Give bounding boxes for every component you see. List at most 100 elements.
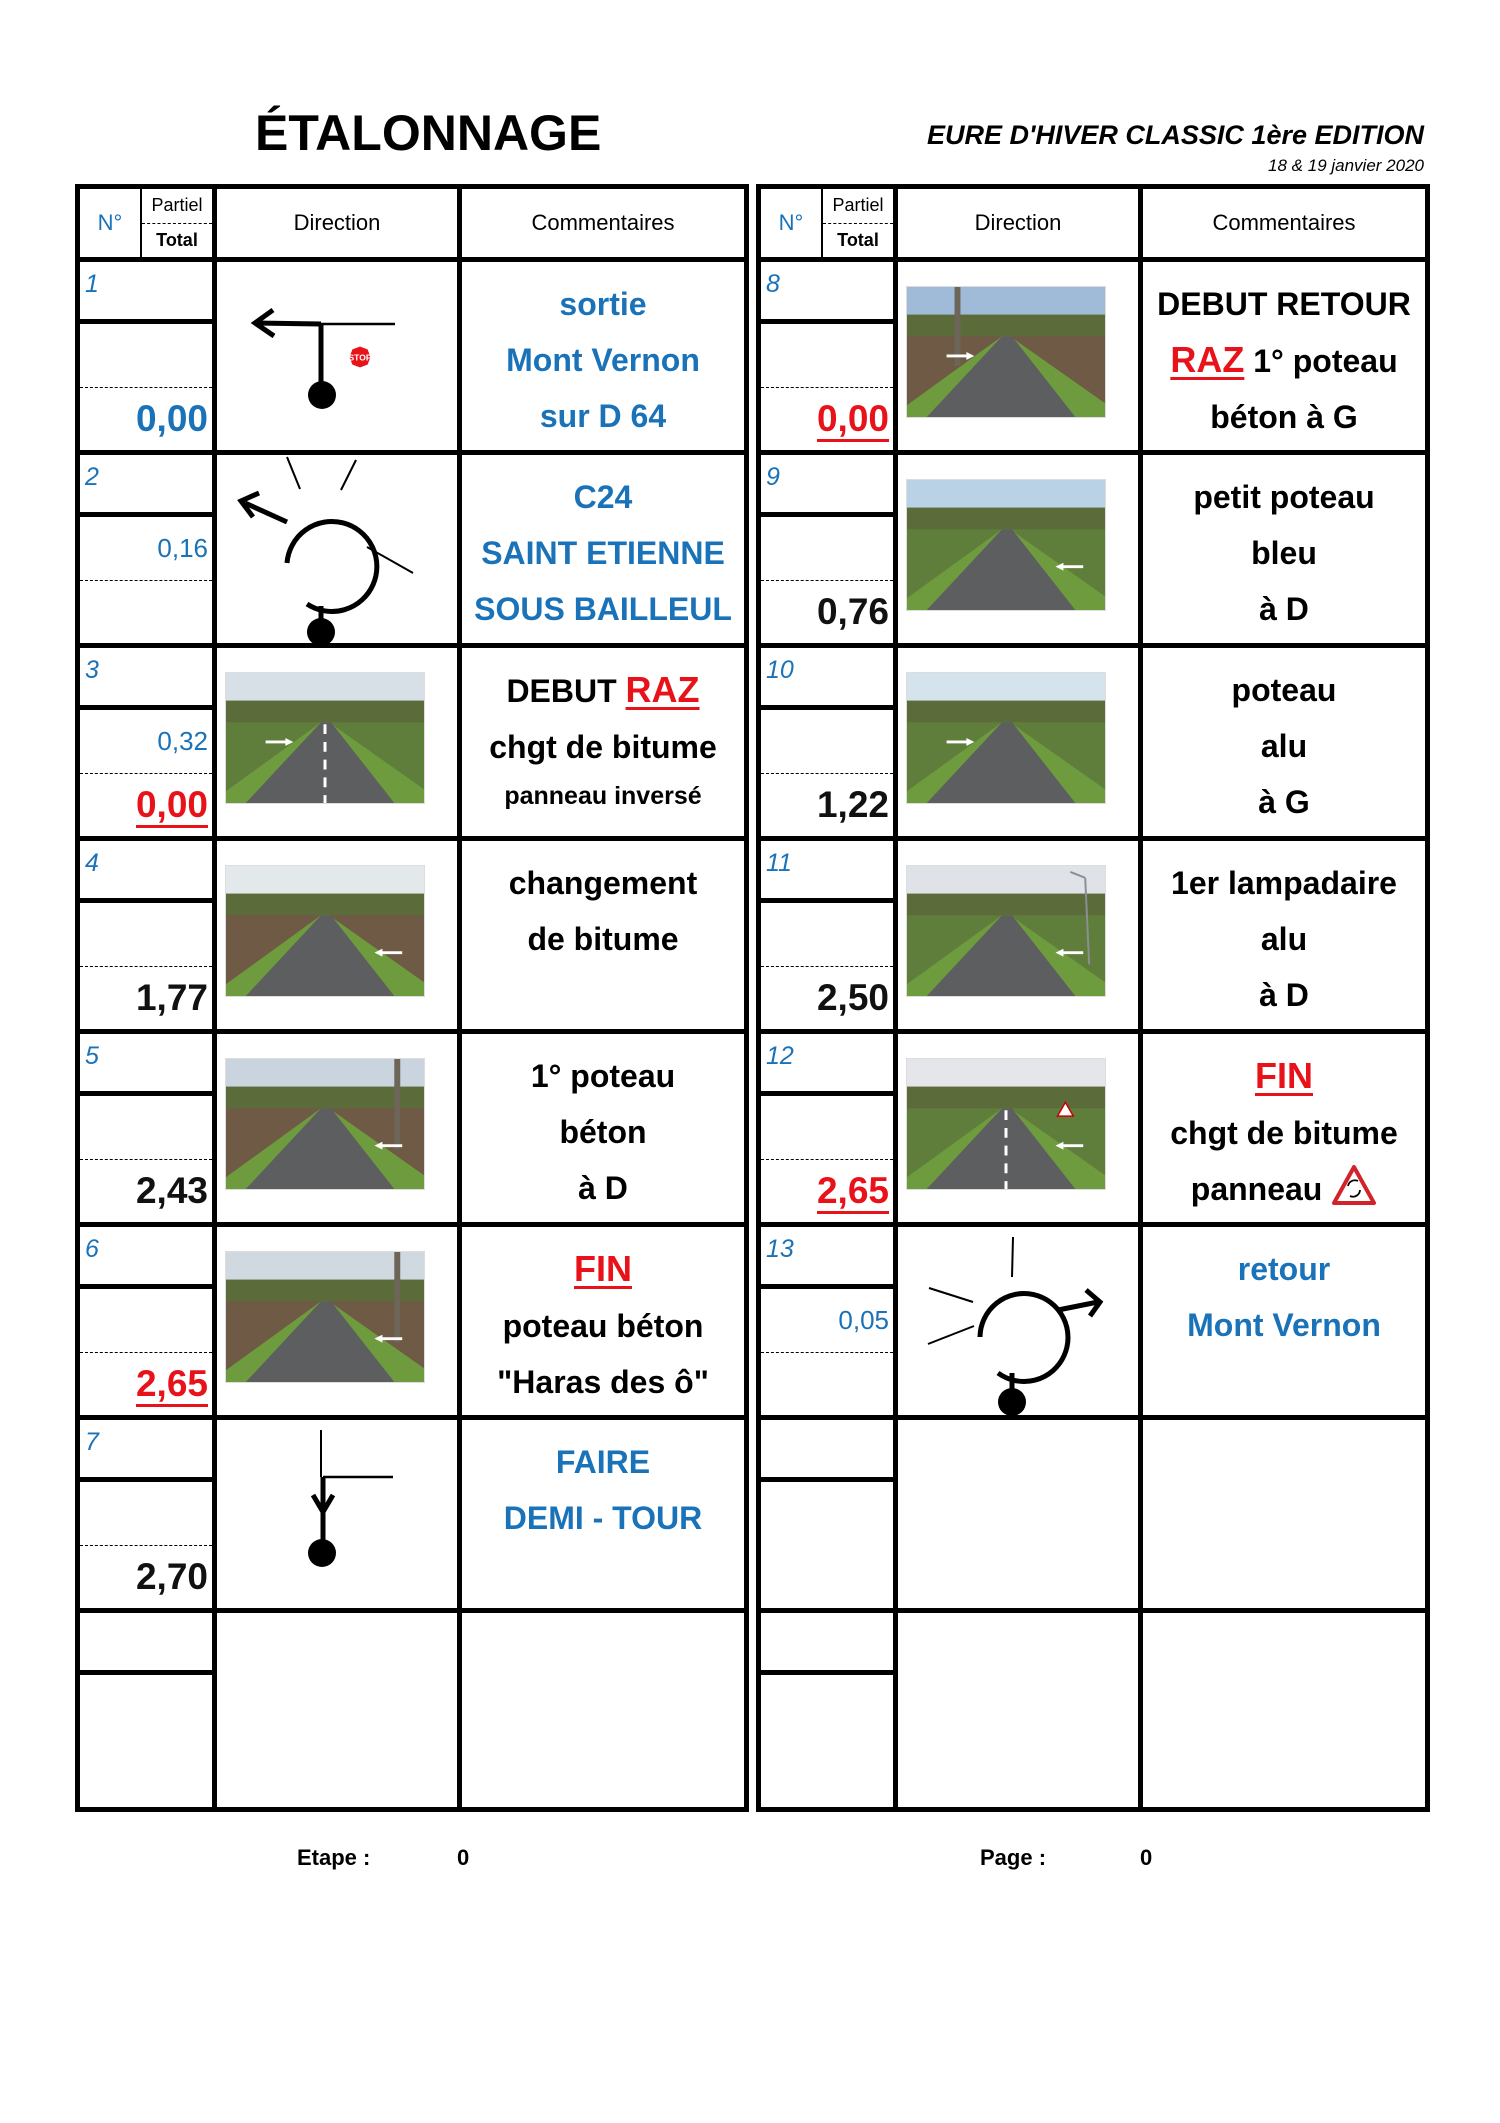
roadbook-table-left: N° Partiel Total Direction Commentaires 1…: [75, 184, 749, 1812]
comment-line: Mont Vernon: [506, 332, 700, 388]
stage-indicator: Etape : 0: [297, 1845, 469, 1871]
stage-label: Etape :: [297, 1845, 371, 1870]
comment-text: panneau inversé: [504, 782, 702, 810]
header-partial: Partiel: [142, 189, 212, 224]
direction-cell: [217, 648, 462, 836]
step-number: 2: [80, 455, 212, 517]
comment-text: SOUS BAILLEUL: [474, 591, 732, 627]
comment-line: FIN: [1255, 1048, 1313, 1105]
direction-cell: [217, 455, 462, 645]
comment-line: béton à G: [1210, 389, 1358, 445]
total-distance: 0,76: [816, 591, 889, 632]
comment-line: panneau: [1191, 1161, 1377, 1217]
total-distance: 2,43: [135, 1170, 208, 1211]
comment-text: à D: [1259, 591, 1309, 627]
comment-text: chgt de bitume: [1170, 1115, 1398, 1151]
comment-text: à D: [1259, 977, 1309, 1013]
distance-cell: [761, 1613, 898, 1807]
table-header: N° Partiel Total Direction Commentaires: [80, 189, 744, 262]
comment-line: Mont Vernon: [1187, 1297, 1381, 1353]
comments-cell: FIN chgt de bitume panneau: [1143, 1034, 1425, 1222]
comments-cell: [1143, 1613, 1425, 1807]
total-distance: 0,00: [761, 388, 893, 450]
comment-line: petit poteau: [1193, 469, 1374, 525]
comment-text: Mont Vernon: [506, 342, 700, 378]
comment-line: poteau: [1232, 662, 1337, 718]
comment-text: alu: [1260, 921, 1308, 957]
distance-cell: [761, 1420, 898, 1608]
comment-line: alu: [1261, 718, 1307, 774]
distance-cell: 8 0,00: [761, 262, 898, 450]
distance-cell: 4 1,77: [80, 841, 217, 1029]
roadbook-row: 5 2,43 1° poteau béton à D: [80, 1034, 744, 1227]
partial-distance: [80, 1482, 212, 1546]
comment-text: DEBUT RETOUR: [1157, 286, 1411, 322]
comment-line: "Haras des ô": [497, 1354, 709, 1410]
partial-distance: 0,16: [80, 517, 212, 581]
comment-line: sortie: [559, 276, 646, 332]
comment-line: poteau béton: [503, 1298, 704, 1354]
event-date: 18 & 19 janvier 2020: [1268, 156, 1424, 175]
total-distance: 2,65: [761, 1160, 893, 1222]
comments-cell: petit poteau bleu à D: [1143, 455, 1425, 643]
roadbook-row: 1 0,00 STOP sortie Mont Vernon sur D 64: [80, 262, 744, 455]
distance-cell: 3 0,32 0,00: [80, 648, 217, 836]
comment-line: à D: [1259, 967, 1309, 1023]
comments-cell: [1143, 1420, 1425, 1608]
header-direction: Direction: [898, 189, 1143, 257]
total-distance: [80, 1739, 212, 1807]
step-number: 11: [761, 841, 893, 903]
partial-distance: [80, 1096, 212, 1160]
distance-cell: 10 1,22: [761, 648, 898, 836]
direction-cell: STOP: [217, 262, 462, 450]
comment-line: DEBUT RAZ: [506, 662, 699, 719]
header-total: Total: [837, 229, 879, 250]
reset-marker: RAZ: [625, 669, 700, 710]
comment-line: de bitume: [527, 911, 678, 967]
step-number: 4: [80, 841, 212, 903]
comments-cell: poteau alu à G: [1143, 648, 1425, 836]
road-photo-street-lamp: [906, 865, 1106, 997]
comment-text: chgt de bitume: [489, 729, 717, 765]
total-distance: [80, 581, 212, 643]
header-number-cell: N° Partiel Total: [761, 189, 898, 257]
roadbook-row: 3 0,32 0,00 DEBUT RAZ chgt de bitume panne…: [80, 648, 744, 841]
header-direction: Direction: [217, 189, 462, 257]
roadbook-row: 10 1,22 poteau alu à G: [761, 648, 1425, 841]
direction-cell: [898, 1613, 1143, 1807]
direction-cell: [898, 841, 1143, 1029]
step-number: [761, 1613, 893, 1675]
comments-cell: 1er lampadaire alu à D: [1143, 841, 1425, 1029]
total-distance: [761, 1353, 893, 1415]
direction-cell: [898, 262, 1143, 450]
comment-text: DEMI - TOUR: [503, 1500, 703, 1536]
comments-cell: DEBUT RAZ chgt de bitume panneau inversé: [462, 648, 744, 836]
header-number-cell: N° Partiel Total: [80, 189, 217, 257]
comment-line: C24: [574, 469, 633, 525]
total-distance: 0,00: [80, 774, 212, 836]
partial-distance: [80, 324, 212, 388]
direction-cell: [898, 455, 1143, 643]
comment-text: sortie: [559, 286, 647, 322]
distance-cell: 2 0,16: [80, 455, 217, 643]
partial-distance: [761, 1482, 893, 1546]
distance-cell: 12 2,65: [761, 1034, 898, 1222]
comment-text: DEBUT: [506, 673, 617, 709]
comment-text: C24: [573, 479, 633, 515]
step-number: 13: [761, 1227, 893, 1289]
roadbook-row: [80, 1613, 744, 1807]
step-number: 10: [761, 648, 893, 710]
total-distance: [761, 1546, 893, 1608]
comments-cell: FIN poteau béton "Haras des ô": [462, 1227, 744, 1415]
comment-line: béton: [559, 1104, 646, 1160]
comment-line: chgt de bitume: [489, 719, 717, 775]
roadbook-row: [761, 1613, 1425, 1807]
stage-value: 0: [457, 1845, 470, 1870]
direction-cell: [217, 1613, 462, 1807]
direction-cell: [898, 648, 1143, 836]
roadbook-row: 2 0,16 C24 SAINT ETIENNE SOUS BAILLEUL: [80, 455, 744, 648]
comment-text: poteau: [1231, 672, 1337, 708]
header-number: N°: [761, 189, 823, 257]
reset-marker: RAZ: [1170, 339, 1245, 380]
comments-cell: DEBUT RETOUR RAZ 1° poteau béton à G: [1143, 262, 1425, 450]
